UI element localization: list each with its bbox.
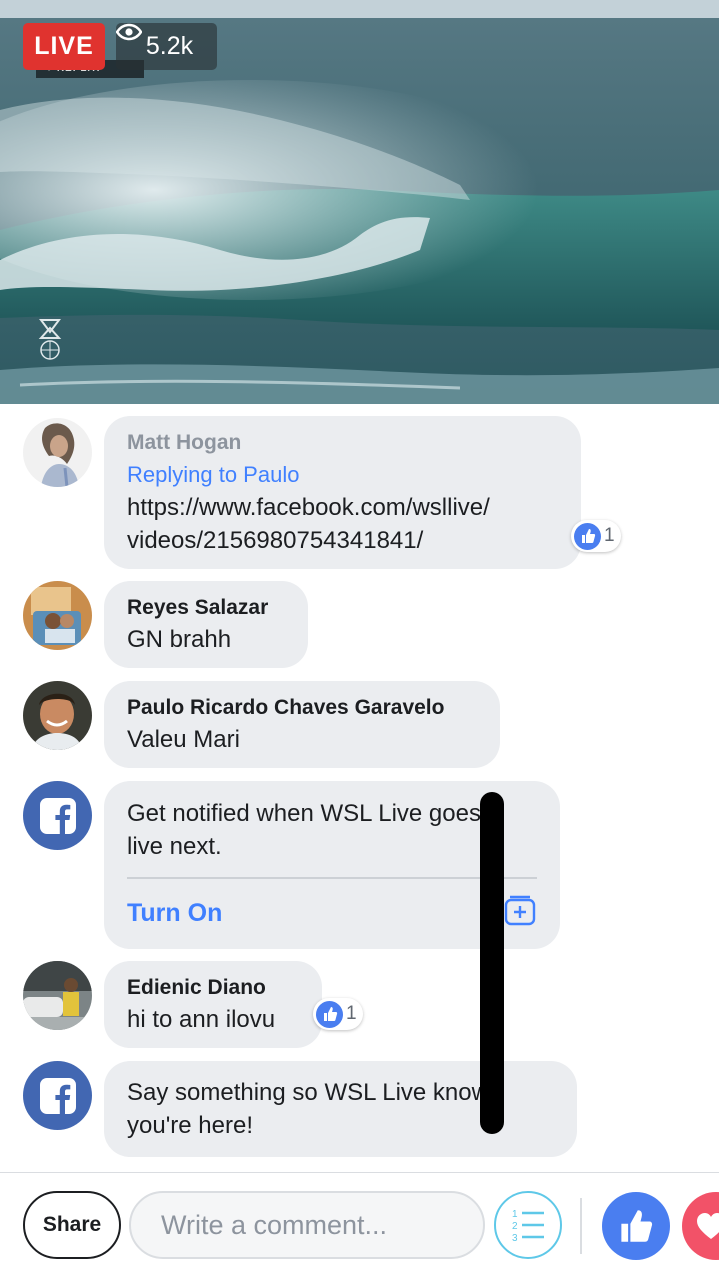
viewer-count: 5.2k (145, 32, 194, 60)
comment-text-line[interactable]: videos/2156980754341841/ (127, 524, 558, 557)
comment-author[interactable]: Edienic Diano (127, 973, 299, 1003)
composer-separator (580, 1198, 582, 1254)
thumbs-up-icon (316, 1000, 343, 1028)
comment-input[interactable]: Write a comment... (129, 1191, 485, 1259)
thumbs-up-icon[interactable] (602, 1192, 670, 1260)
share-button[interactable]: Share (23, 1191, 121, 1259)
thumbs-up-icon (574, 522, 601, 550)
notification-text-line: live next. (127, 833, 222, 860)
avatar[interactable] (23, 418, 92, 487)
facebook-logo-icon (23, 1061, 92, 1130)
live-badge: LIVE (23, 23, 105, 70)
comment-text-line[interactable]: https://www.facebook.com/wsllive/ (127, 491, 558, 524)
like-count: 1 (604, 525, 615, 546)
svg-text:2: 2 (512, 1221, 518, 1232)
comment-bubble: Say something so WSL Live knows you're h… (104, 1061, 577, 1157)
divider (127, 877, 537, 879)
live-video-player[interactable]: ● REPLAY LIVE 5.2k (0, 0, 719, 404)
svg-text:3: 3 (512, 1233, 518, 1244)
avatar[interactable] (23, 681, 92, 750)
live-label: LIVE (34, 32, 94, 60)
facebook-logo-icon (23, 781, 92, 850)
comment-bubble[interactable]: Edienic Diano hi to ann ilovu (104, 961, 322, 1048)
svg-text:1: 1 (512, 1209, 518, 1220)
redaction-mark (480, 792, 504, 1134)
like-count: 1 (346, 1003, 357, 1024)
calendar-add-icon[interactable] (503, 893, 537, 932)
avatar[interactable] (23, 581, 92, 650)
reaction-count[interactable]: 1 (571, 520, 621, 552)
comment-bubble[interactable]: Paulo Ricardo Chaves Garavelo Valeu Mari (104, 681, 500, 768)
reaction-count[interactable]: 1 (313, 998, 363, 1030)
comment-text-line[interactable]: GN brahh (127, 623, 285, 656)
comment-author[interactable]: Paulo Ricardo Chaves Garavelo (127, 693, 477, 723)
composer-divider (0, 1172, 719, 1173)
comment-bubble[interactable]: Matt Hogan Replying to Paulo https://www… (104, 416, 581, 569)
heart-icon[interactable] (682, 1192, 719, 1260)
avatar[interactable] (23, 961, 92, 1030)
comment-author[interactable]: Reyes Salazar (127, 593, 285, 623)
notification-text-line: Get notified when WSL Live goes (127, 800, 481, 827)
comment-text-line[interactable]: hi to ann ilovu (127, 1003, 299, 1036)
reply-to-label[interactable]: Replying to Paulo (127, 458, 558, 491)
turn-on-button[interactable]: Turn On (127, 895, 222, 931)
comment-bubble[interactable]: Reyes Salazar GN brahh (104, 581, 308, 668)
comment-text-line[interactable]: Valeu Mari (127, 723, 477, 756)
viewer-count-badge: 5.2k (116, 23, 217, 70)
comment-author[interactable]: Matt Hogan (127, 428, 558, 458)
numbered-list-icon[interactable]: 1 2 3 (494, 1191, 562, 1259)
